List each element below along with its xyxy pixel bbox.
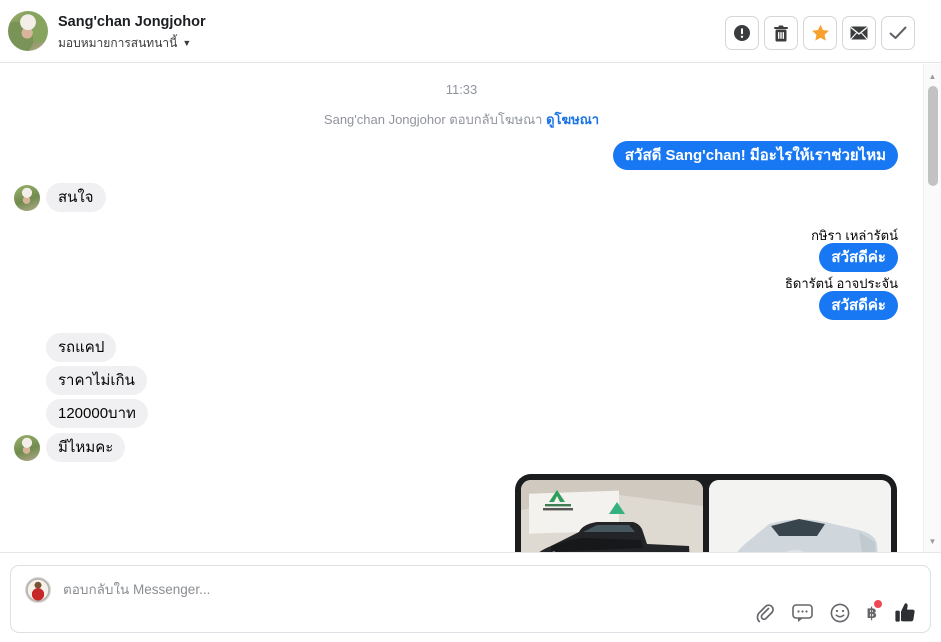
saved-replies-button[interactable] [791,603,813,623]
view-ad-link[interactable]: ดูโฆษณา [546,112,599,127]
car-photo-silver-pickup[interactable] [709,480,891,552]
emoji-smiley-icon [830,603,849,622]
assign-conversation-dropdown[interactable]: มอบหมายการสนทนานี้ ▼ [58,34,191,53]
messenger-inbox-window: Sang'chan Jongjohor มอบหมายการสนทนานี้ ▼ [0,0,941,642]
message-bubble-incoming[interactable]: 120000บาท [46,399,148,428]
star-icon [811,24,829,41]
assign-conversation-label: มอบหมายการสนทนานี้ [58,36,178,50]
paperclip-icon [756,603,774,622]
scroll-down-arrow-icon[interactable]: ▼ [924,537,941,546]
car-photo-black-pickup[interactable] [521,480,703,552]
message-bubble-incoming[interactable]: มีไหมคะ [46,433,126,462]
chat-scrollbar[interactable]: ▲ ▼ [923,64,941,552]
contact-avatar-small [14,185,40,211]
image-attachment-carousel[interactable] [515,474,897,552]
message-bubble-incoming[interactable]: รถแคป [46,333,117,362]
reply-composer: ฿ [10,565,931,633]
message-bubble-incoming[interactable]: สนใจ [46,183,106,212]
ad-context-line: Sang'chan Jongjohor ตอบกลับโฆษณา ดูโฆษณา [0,109,923,130]
chevron-down-icon: ▼ [182,38,192,48]
flag-follow-up-button[interactable] [803,16,837,50]
emoji-button[interactable] [830,603,850,623]
message-bubble-incoming[interactable]: ราคาไม่เกิน [46,366,147,395]
payment-button[interactable]: ฿ [867,599,882,622]
header-action-buttons [725,16,915,50]
trash-icon [774,25,788,41]
message-bubble-outgoing[interactable]: สวัสดี Sang'chan! มีอะไรให้เราช่วยไหม [612,141,898,170]
black-pickup-image [521,480,703,552]
reply-input[interactable] [63,578,563,600]
scrollbar-thumb[interactable] [928,86,938,186]
timestamp: 11:33 [445,82,478,97]
message-bubble-outgoing[interactable]: สวัสดีค่ะ [819,291,898,320]
silver-pickup-image [709,480,891,552]
page-avatar [25,577,51,603]
scroll-up-arrow-icon[interactable]: ▲ [924,72,941,81]
message-bubble-outgoing[interactable]: สวัสดีค่ะ [819,243,898,272]
delete-button[interactable] [764,16,798,50]
contact-name: Sang'chan Jongjohor [58,14,206,30]
attach-file-button[interactable] [755,603,775,623]
mark-as-spam-button[interactable] [725,16,759,50]
message-thread: 11:33 Sang'chan Jongjohor ตอบกลับโฆษณา ด… [0,64,941,553]
like-thumb-icon [895,603,915,622]
ad-context-text: Sang'chan Jongjohor ตอบกลับโฆษณา [323,112,543,127]
send-like-button[interactable] [894,602,916,623]
mark-as-unread-button[interactable] [842,16,876,50]
exclamation-circle-icon [734,25,750,41]
composer-toolbar: ฿ [755,599,916,623]
notification-dot-badge [874,599,882,608]
contact-avatar[interactable] [8,11,48,51]
saved-replies-icon [791,603,813,622]
conversation-header: Sang'chan Jongjohor มอบหมายการสนทนานี้ ▼ [0,0,941,63]
envelope-icon [850,26,868,40]
mark-as-done-button[interactable] [881,16,915,50]
contact-avatar-small [14,435,40,461]
check-icon [889,26,907,39]
